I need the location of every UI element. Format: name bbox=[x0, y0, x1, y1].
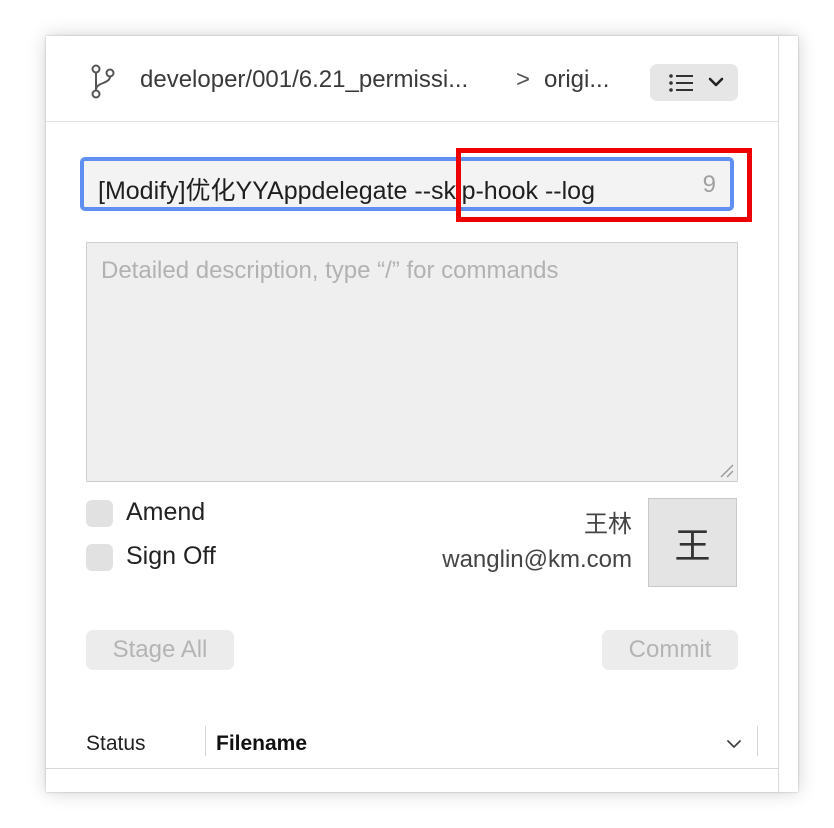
column-status[interactable]: Status bbox=[86, 732, 146, 756]
description-textarea[interactable]: Detailed description, type “/” for comma… bbox=[86, 242, 738, 482]
git-branch-icon bbox=[91, 64, 115, 99]
chevron-down-icon bbox=[708, 77, 724, 87]
column-filename[interactable]: Filename bbox=[216, 732, 307, 756]
stage-all-button[interactable]: Stage All bbox=[86, 630, 234, 670]
commit-button[interactable]: Commit bbox=[602, 630, 738, 670]
column-divider[interactable] bbox=[205, 726, 206, 756]
branch-separator: > bbox=[516, 66, 531, 93]
sort-chevron-icon[interactable] bbox=[726, 738, 742, 750]
amend-label: Amend bbox=[126, 498, 206, 526]
avatar[interactable]: 王 bbox=[648, 498, 737, 587]
file-table-header: Status Filename bbox=[46, 724, 778, 769]
panel-divider[interactable] bbox=[778, 36, 779, 792]
summary-input[interactable]: [Modify]优化YYAppdelegate --skip-hook --lo… bbox=[80, 157, 734, 211]
author-email: wanglin@km.com bbox=[442, 546, 632, 573]
amend-checkbox[interactable] bbox=[86, 500, 113, 527]
author-name: 王林 bbox=[584, 511, 632, 538]
list-icon bbox=[669, 74, 693, 92]
commit-panel: developer/001/6.21_permissi... > origi..… bbox=[46, 36, 798, 792]
description-placeholder: Detailed description, type “/” for comma… bbox=[101, 257, 559, 284]
remote-name[interactable]: origi... bbox=[544, 66, 609, 94]
branch-bar: developer/001/6.21_permissi... > origi..… bbox=[46, 36, 778, 122]
signoff-label: Sign Off bbox=[126, 542, 216, 570]
column-divider[interactable] bbox=[757, 726, 758, 756]
signoff-checkbox[interactable] bbox=[86, 544, 113, 571]
summary-text[interactable]: [Modify]优化YYAppdelegate --skip-hook --lo… bbox=[98, 171, 696, 207]
character-count: 9 bbox=[702, 171, 716, 198]
view-options-button[interactable] bbox=[650, 64, 738, 101]
resize-handle-icon[interactable] bbox=[717, 461, 735, 479]
branch-name[interactable]: developer/001/6.21_permissi... bbox=[140, 66, 468, 94]
